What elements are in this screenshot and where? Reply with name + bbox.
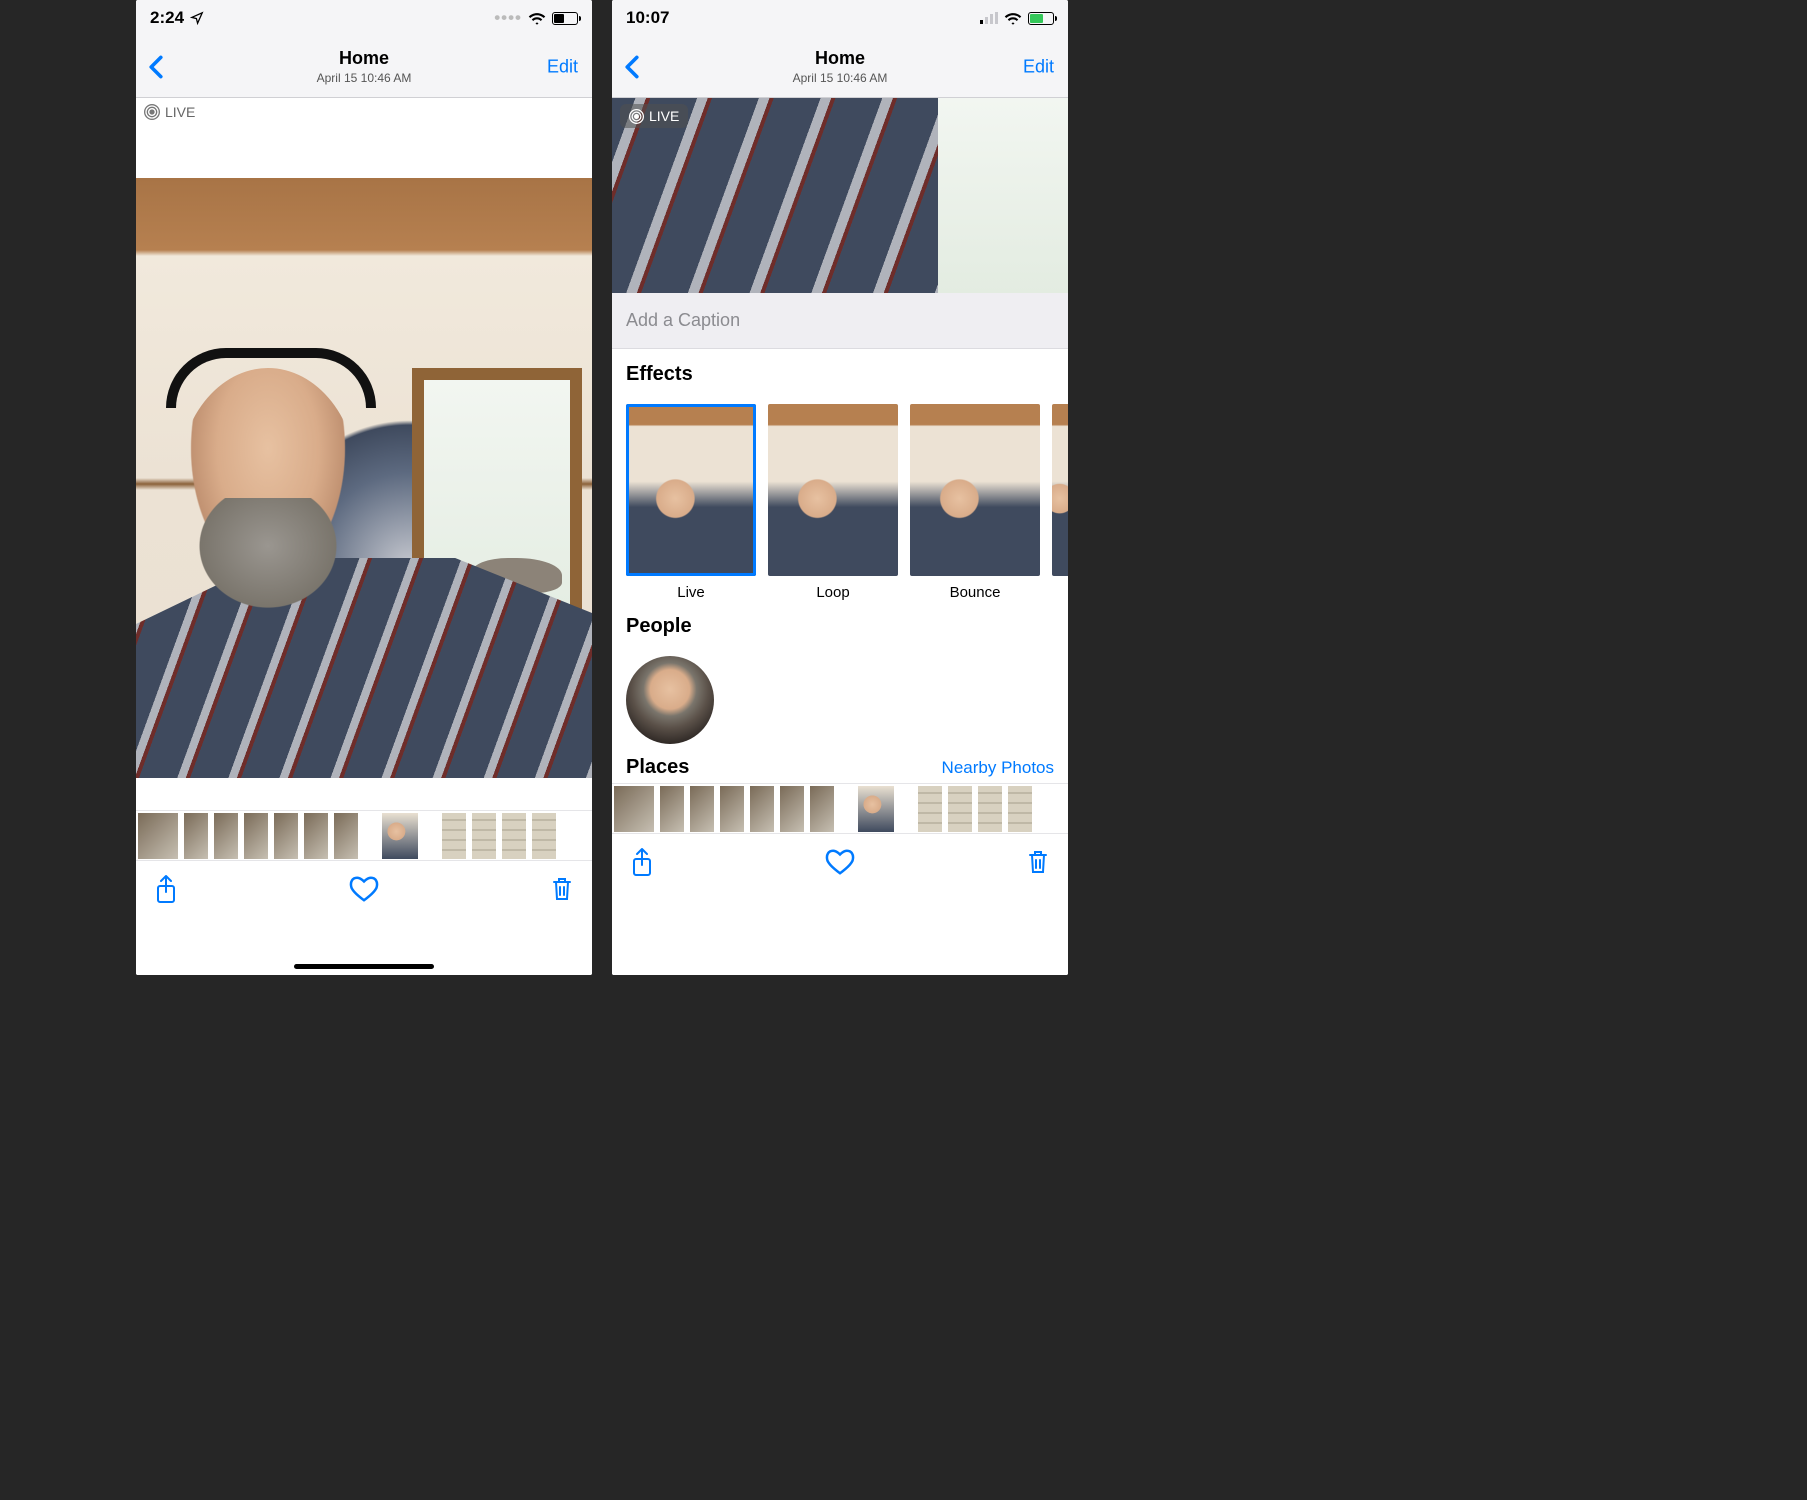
dots-icon: •••• (494, 8, 522, 28)
caption-field[interactable] (612, 293, 1068, 349)
toolbar (136, 860, 592, 916)
effects-heading: Effects (626, 363, 1054, 386)
photo-strip[interactable] (612, 783, 1068, 833)
phone-right: 10:07 Home April 15 10:46 AM Edit (612, 0, 1068, 975)
wifi-icon (1004, 11, 1022, 25)
strip-thumb[interactable] (244, 813, 268, 859)
strip-thumb-current[interactable] (858, 786, 894, 832)
strip-thumb[interactable] (660, 786, 684, 832)
photo-strip[interactable] (136, 810, 592, 860)
delete-button[interactable] (550, 875, 574, 903)
person-avatar[interactable] (626, 656, 714, 744)
nav-subtitle: April 15 10:46 AM (317, 71, 412, 85)
battery-charging-icon (1028, 12, 1054, 25)
places-heading: Places (626, 756, 689, 779)
nav-header: Home April 15 10:46 AM Edit (612, 36, 1068, 98)
cellular-icon (980, 12, 998, 24)
nav-subtitle: April 15 10:46 AM (793, 71, 888, 85)
nav-header: Home April 15 10:46 AM Edit (136, 36, 592, 98)
nearby-photos-link[interactable]: Nearby Photos (942, 758, 1054, 778)
strip-thumb[interactable] (750, 786, 774, 832)
photo-detail-scroll[interactable]: LIVE Effects Live Loop (612, 98, 1068, 975)
effect-live[interactable]: Live (626, 404, 756, 601)
home-indicator[interactable] (294, 964, 434, 969)
strip-thumb[interactable] (978, 786, 1002, 832)
effect-more[interactable] (1052, 404, 1068, 601)
live-badge: LIVE (144, 104, 195, 120)
strip-thumb[interactable] (918, 786, 942, 832)
strip-thumb[interactable] (690, 786, 714, 832)
edit-button[interactable]: Edit (547, 56, 578, 77)
nav-title: Home (793, 48, 888, 69)
strip-thumb[interactable] (442, 813, 466, 859)
photo-viewer[interactable]: LIVE (136, 98, 592, 975)
back-button[interactable] (148, 55, 164, 79)
effects-row[interactable]: Live Loop Bounce (612, 404, 1068, 601)
photo-preview[interactable]: LIVE (612, 98, 1068, 293)
main-photo[interactable] (136, 178, 592, 778)
strip-thumb[interactable] (502, 813, 526, 859)
strip-thumb[interactable] (472, 813, 496, 859)
favorite-button[interactable] (349, 875, 379, 903)
nav-title: Home (317, 48, 412, 69)
share-button[interactable] (154, 874, 178, 904)
status-bar: 2:24 •••• (136, 0, 592, 36)
strip-thumb-current[interactable] (382, 813, 418, 859)
strip-thumb[interactable] (214, 813, 238, 859)
strip-thumb[interactable] (810, 786, 834, 832)
strip-thumb[interactable] (138, 813, 178, 859)
strip-thumb[interactable] (274, 813, 298, 859)
strip-thumb[interactable] (304, 813, 328, 859)
status-time: 10:07 (626, 8, 669, 28)
edit-button[interactable]: Edit (1023, 56, 1054, 77)
strip-thumb[interactable] (720, 786, 744, 832)
people-heading: People (626, 615, 1054, 638)
status-bar: 10:07 (612, 0, 1068, 36)
strip-thumb[interactable] (614, 786, 654, 832)
favorite-button[interactable] (825, 848, 855, 876)
toolbar (612, 833, 1068, 889)
strip-thumb[interactable] (1008, 786, 1032, 832)
battery-icon (552, 12, 578, 25)
strip-thumb[interactable] (780, 786, 804, 832)
wifi-icon (528, 11, 546, 25)
strip-thumb[interactable] (184, 813, 208, 859)
status-time: 2:24 (150, 8, 184, 28)
location-icon (190, 11, 204, 25)
strip-thumb[interactable] (532, 813, 556, 859)
phone-left: 2:24 •••• Home April 15 10:46 AM (136, 0, 592, 975)
effect-loop[interactable]: Loop (768, 404, 898, 601)
effect-bounce[interactable]: Bounce (910, 404, 1040, 601)
live-badge: LIVE (620, 104, 688, 128)
share-button[interactable] (630, 847, 654, 877)
strip-thumb[interactable] (948, 786, 972, 832)
strip-thumb[interactable] (334, 813, 358, 859)
delete-button[interactable] (1026, 848, 1050, 876)
back-button[interactable] (624, 55, 640, 79)
caption-input[interactable] (626, 310, 1054, 331)
